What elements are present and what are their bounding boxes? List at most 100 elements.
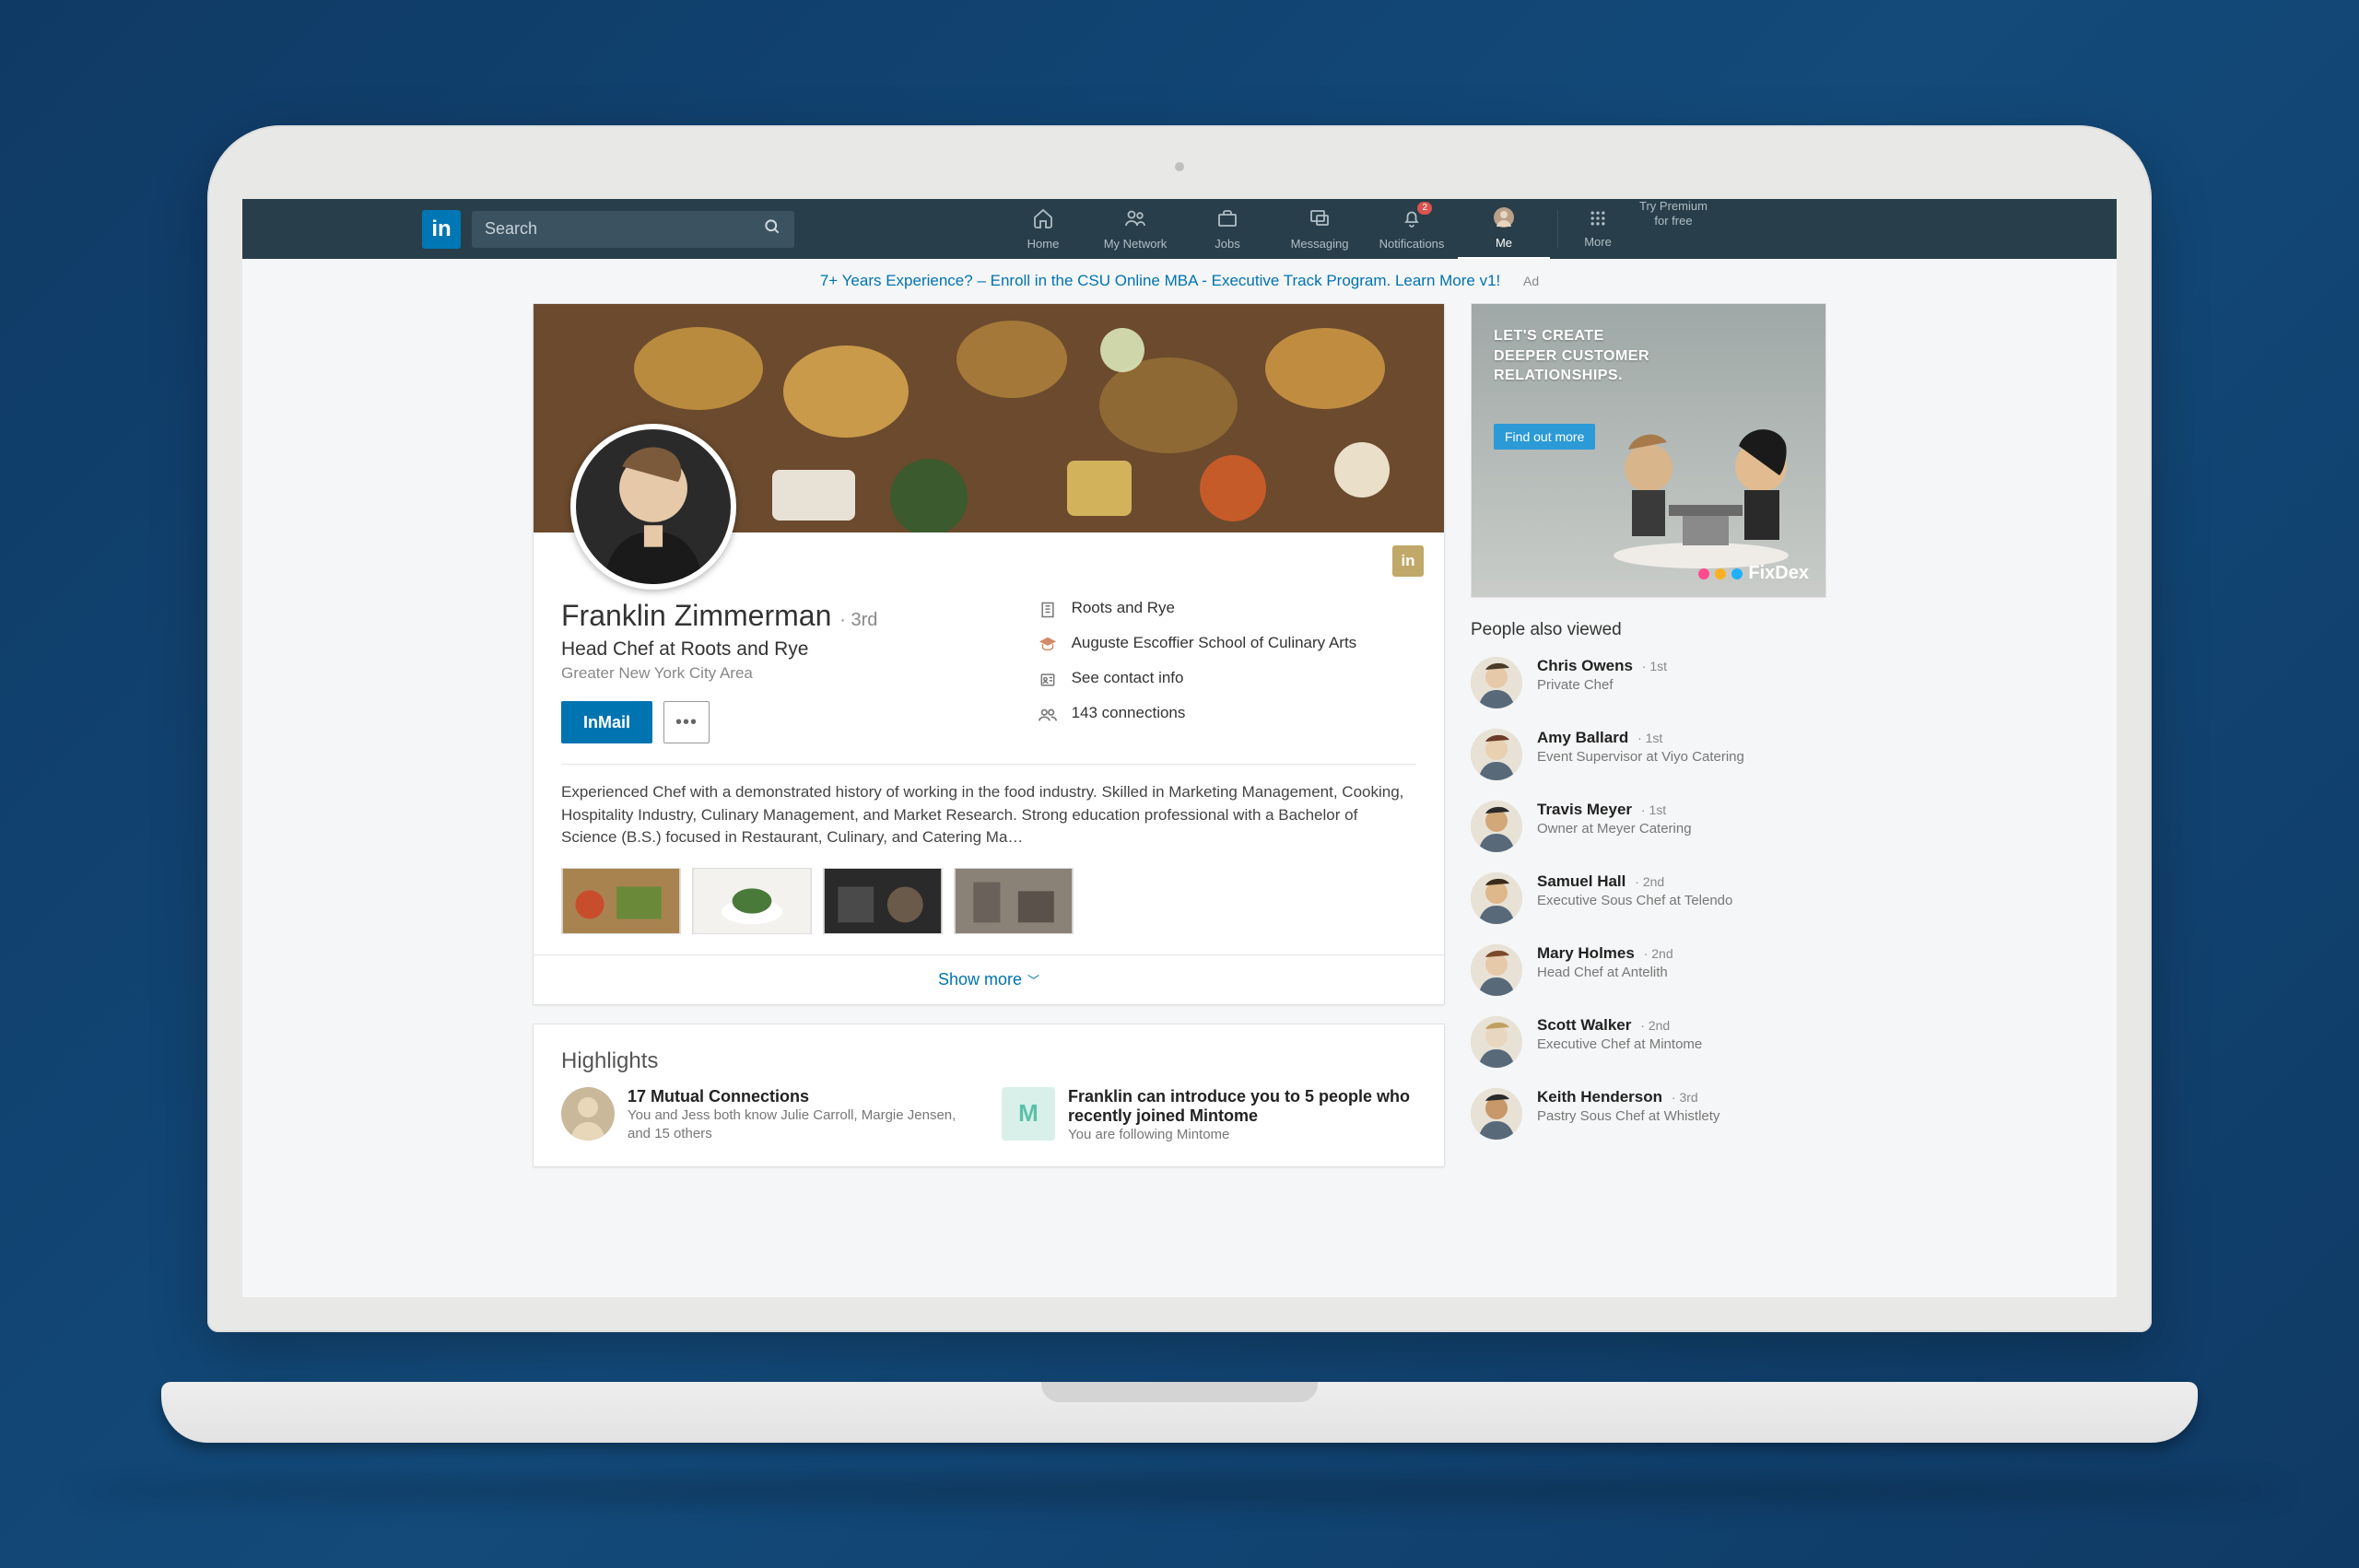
promo-bar: 7+ Years Experience? – Enroll in the CSU…: [242, 259, 2117, 303]
featured-media-row: [561, 868, 1416, 934]
pav-name: Scott Walker · 2nd: [1537, 1016, 1702, 1035]
grid-icon: [1589, 209, 1607, 233]
media-thumbnail[interactable]: [692, 868, 812, 934]
nav-messaging[interactable]: Messaging: [1273, 199, 1366, 259]
nav-label: Messaging: [1291, 237, 1349, 251]
notification-badge: 2: [1417, 202, 1432, 215]
connection-degree: · 1st: [1638, 659, 1667, 673]
pav-item[interactable]: Mary Holmes · 2nd Head Chef at Antelith: [1471, 944, 1826, 996]
connection-degree: · 3rd: [1668, 1090, 1698, 1105]
pav-item[interactable]: Amy Ballard · 1st Event Supervisor at Vi…: [1471, 729, 1826, 780]
nav-label: Notifications: [1379, 237, 1445, 251]
pav-name: Travis Meyer · 1st: [1537, 801, 1692, 819]
connection-degree: · 2nd: [1640, 946, 1673, 961]
highlight-subtitle: You and Jess both know Julie Carroll, Ma…: [628, 1106, 976, 1144]
avatar-icon: [1493, 206, 1515, 234]
show-more-button[interactable]: Show more﹀: [534, 954, 1444, 1004]
ad-cta-button[interactable]: Find out more: [1494, 424, 1595, 450]
nav-label: Me: [1496, 236, 1512, 250]
linkedin-badge-icon: in: [1392, 545, 1424, 577]
ad-headline: LET'S CREATEDEEPER CUSTOMERRELATIONSHIPS…: [1494, 326, 1649, 386]
linkedin-logo[interactable]: in: [422, 210, 461, 249]
pav-name: Samuel Hall · 2nd: [1537, 872, 1732, 891]
highlights-title: Highlights: [534, 1024, 1444, 1087]
nav-label: My Network: [1104, 237, 1168, 251]
pav-title: People also viewed: [1471, 620, 1826, 640]
bell-icon: 2: [1401, 207, 1423, 235]
pav-name: Mary Holmes · 2nd: [1537, 944, 1673, 963]
avatar: [1471, 801, 1522, 852]
nav-home[interactable]: Home: [997, 199, 1089, 259]
chevron-down-icon: ﹀: [1027, 974, 1039, 988]
education[interactable]: Auguste Escoffier School of Culinary Art…: [1037, 634, 1416, 656]
try-premium-link[interactable]: Try Premiumfor free: [1639, 199, 1708, 259]
nav-network[interactable]: My Network: [1089, 199, 1181, 259]
highlight-mutual-connections[interactable]: 17 Mutual Connections You and Jess both …: [561, 1087, 976, 1144]
media-thumbnail[interactable]: [954, 868, 1074, 934]
pav-subtitle: Executive Chef at Mintome: [1537, 1036, 1702, 1052]
people-icon: [1037, 704, 1059, 726]
camera-dot: [1175, 162, 1184, 171]
nav-notifications[interactable]: 2 Notifications: [1366, 199, 1458, 259]
connection-degree: · 2nd: [1631, 874, 1664, 889]
connection-degree: · 1st: [1637, 802, 1666, 817]
pav-item[interactable]: Keith Henderson · 3rd Pastry Sous Chef a…: [1471, 1088, 1826, 1140]
current-company[interactable]: Roots and Rye: [1037, 599, 1416, 621]
pav-item[interactable]: Travis Meyer · 1st Owner at Meyer Cateri…: [1471, 801, 1826, 852]
ad-brand: FixDex: [1698, 563, 1809, 584]
profile-card: in Franklin Zimmerman · 3rd Head Chef at…: [533, 303, 1445, 1005]
highlight-intro[interactable]: M Franklin can introduce you to 5 people…: [1002, 1087, 1416, 1144]
pav-subtitle: Private Chef: [1537, 677, 1667, 693]
network-icon: [1124, 207, 1146, 235]
promo-link[interactable]: 7+ Years Experience? – Enroll in the CSU…: [820, 272, 1500, 289]
pav-subtitle: Pastry Sous Chef at Whistlety: [1537, 1108, 1719, 1124]
connection-degree: · 1st: [1634, 731, 1662, 745]
media-thumbnail[interactable]: [561, 868, 681, 934]
more-actions-button[interactable]: •••: [663, 701, 710, 743]
briefcase-icon: [1216, 207, 1238, 235]
nav-more[interactable]: More: [1566, 199, 1630, 259]
nav-me[interactable]: Me: [1458, 199, 1550, 259]
search-icon: [763, 217, 781, 241]
pav-subtitle: Head Chef at Antelith: [1537, 965, 1673, 980]
connections-count[interactable]: 143 connections: [1037, 704, 1416, 726]
top-nav-bar: in Home My Network Jobs Messaging 2 Notif…: [242, 199, 2117, 259]
profile-summary: Experienced Chef with a demonstrated his…: [561, 781, 1416, 849]
profile-headline: Head Chef at Roots and Rye: [561, 638, 1037, 661]
pav-name: Amy Ballard · 1st: [1537, 729, 1744, 747]
chat-icon: [1309, 207, 1331, 235]
pav-subtitle: Executive Sous Chef at Telendo: [1537, 893, 1732, 908]
nav-label: Jobs: [1215, 237, 1239, 251]
company-logo-icon: M: [1002, 1087, 1055, 1141]
highlights-card: Highlights 17 Mutual Connections You and…: [533, 1024, 1445, 1167]
profile-location: Greater New York City Area: [561, 664, 1037, 683]
pav-item[interactable]: Chris Owens · 1st Private Chef: [1471, 657, 1826, 708]
avatar: [1471, 657, 1522, 708]
inmail-button[interactable]: InMail: [561, 701, 652, 743]
media-thumbnail[interactable]: [823, 868, 943, 934]
avatar: [1471, 1016, 1522, 1068]
pav-name: Chris Owens · 1st: [1537, 657, 1667, 675]
avatar: [1471, 872, 1522, 924]
highlight-subtitle: You are following Mintome: [1068, 1126, 1416, 1144]
highlight-title: Franklin can introduce you to 5 people w…: [1068, 1087, 1416, 1126]
people-also-viewed: People also viewed Chris Owens · 1st Pri…: [1471, 620, 1826, 1140]
profile-name: Franklin Zimmerman · 3rd: [561, 599, 1037, 633]
pav-subtitle: Event Supervisor at Viyo Catering: [1537, 749, 1744, 765]
nav-jobs[interactable]: Jobs: [1181, 199, 1273, 259]
avatar: [1471, 944, 1522, 996]
pav-item[interactable]: Samuel Hall · 2nd Executive Sous Chef at…: [1471, 872, 1826, 924]
sidebar-ad[interactable]: LET'S CREATEDEEPER CUSTOMERRELATIONSHIPS…: [1471, 303, 1826, 598]
search-input[interactable]: [485, 219, 763, 239]
search-box[interactable]: [472, 211, 794, 248]
pav-name: Keith Henderson · 3rd: [1537, 1088, 1719, 1106]
ad-tag: Ad: [1523, 274, 1539, 288]
connection-degree: · 2nd: [1637, 1018, 1670, 1033]
nav-label: More: [1584, 235, 1612, 249]
contact-info[interactable]: See contact info: [1037, 669, 1416, 691]
laptop-mockup: in Home My Network Jobs Messaging 2 Notif…: [161, 125, 2198, 1443]
avatar: [1471, 1088, 1522, 1140]
pav-item[interactable]: Scott Walker · 2nd Executive Chef at Min…: [1471, 1016, 1826, 1068]
highlight-title: 17 Mutual Connections: [628, 1087, 976, 1106]
school-icon: [1037, 634, 1059, 656]
